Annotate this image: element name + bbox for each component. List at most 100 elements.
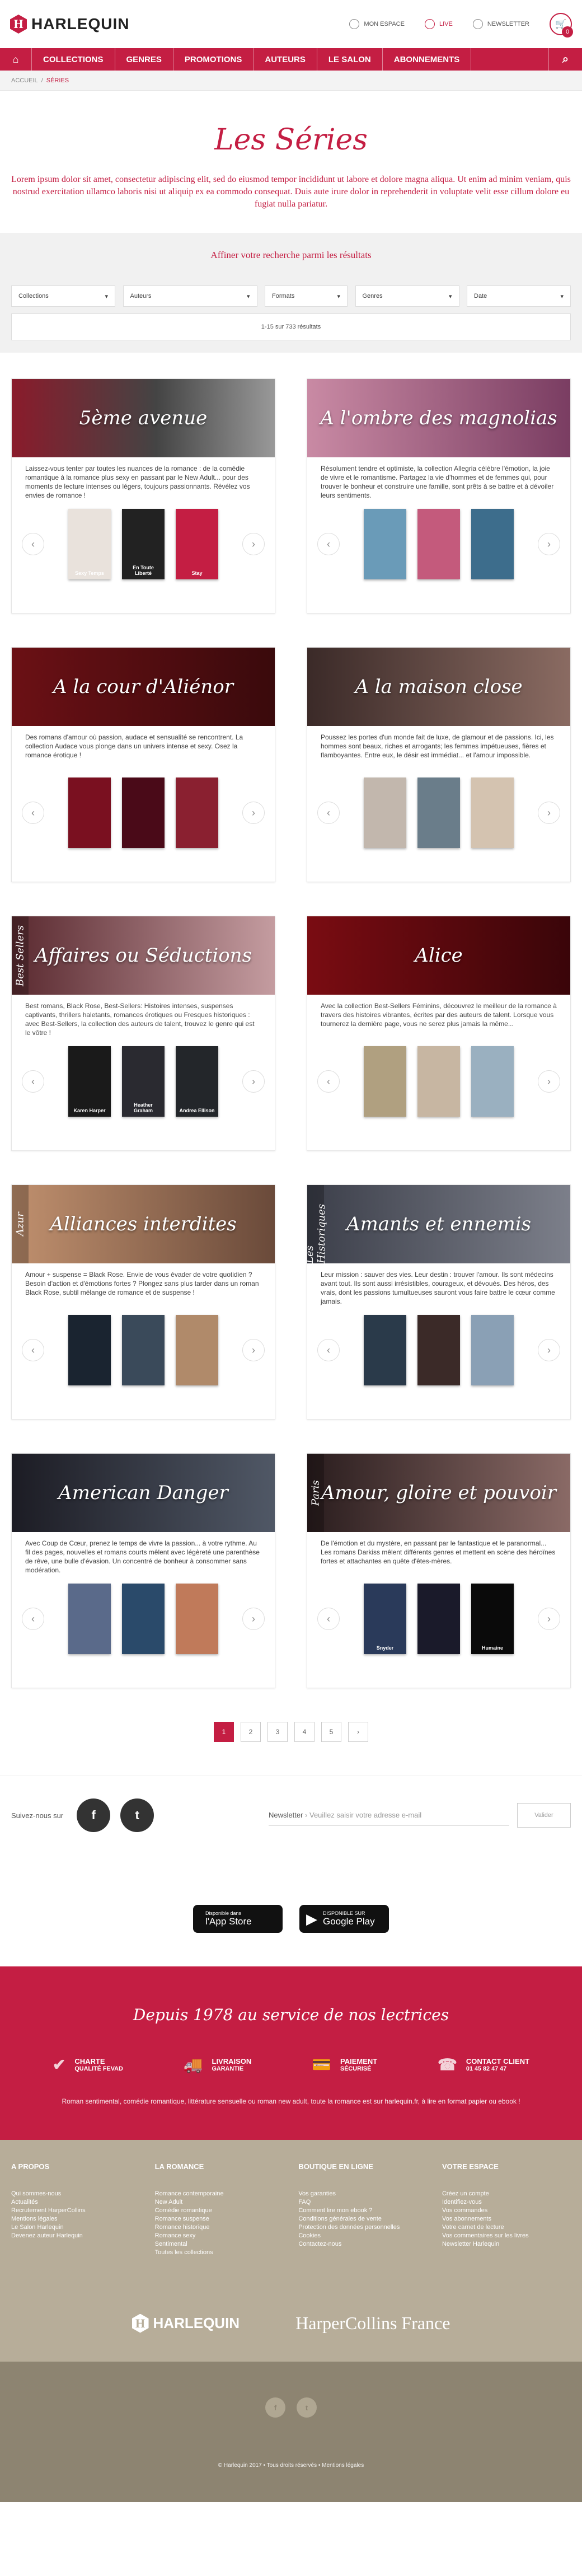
series-card[interactable]: American Danger Avec Coup de Cœur, prene… xyxy=(11,1453,275,1688)
footer-link[interactable]: Cookies xyxy=(298,2232,427,2240)
footer-link[interactable]: Protection des données personnelles xyxy=(298,2223,427,2232)
book-cover[interactable] xyxy=(176,1584,218,1654)
next-page-button[interactable]: › xyxy=(348,1722,368,1742)
book-cover[interactable]: Snyder xyxy=(364,1584,406,1654)
series-banner[interactable]: Paris Amour, gloire et pouvoir xyxy=(307,1454,570,1532)
series-banner[interactable]: A l'ombre des magnolias xyxy=(307,379,570,457)
chevron-right-icon[interactable]: › xyxy=(242,1608,265,1630)
book-cover[interactable] xyxy=(417,1315,460,1385)
search-icon[interactable]: ⌕ xyxy=(548,48,582,71)
footer-link[interactable]: Romance historique xyxy=(155,2223,284,2232)
app-store-badge[interactable]: Disponible dans l'App Store xyxy=(193,1905,283,1933)
book-cover[interactable] xyxy=(68,1315,111,1385)
series-card[interactable]: Les Historiques Amants et ennemis Leur mi… xyxy=(307,1184,571,1420)
newsletter-submit-button[interactable]: Valider xyxy=(517,1803,571,1828)
series-card[interactable]: Best Sellers Affaires ou Séductions Best … xyxy=(11,916,275,1151)
footer-link[interactable]: Actualités xyxy=(11,2198,140,2207)
book-cover[interactable] xyxy=(176,778,218,848)
book-cover[interactable] xyxy=(122,778,165,848)
footer-link[interactable]: Comédie romantique xyxy=(155,2207,284,2215)
chevron-left-icon[interactable]: ‹ xyxy=(22,802,44,824)
footer-link[interactable]: Le Salon Harlequin xyxy=(11,2223,140,2232)
footer-link[interactable]: Sentimental xyxy=(155,2240,284,2249)
site-logo[interactable]: H HARLEQUIN xyxy=(10,15,129,34)
google-play-badge[interactable]: ▶ DISPONIBLE SUR Google Play xyxy=(299,1905,389,1933)
book-cover[interactable] xyxy=(417,1584,460,1654)
footer-link[interactable]: Qui sommes-nous xyxy=(11,2190,140,2198)
footer-link[interactable]: Devenez auteur Harlequin xyxy=(11,2232,140,2240)
home-icon[interactable]: ⌂ xyxy=(0,54,31,65)
footer-link[interactable]: Créez un compte xyxy=(442,2190,571,2198)
page-button[interactable]: 5 xyxy=(321,1722,341,1742)
book-cover[interactable] xyxy=(471,509,514,579)
series-card[interactable]: 5ème avenue Laissez-vous tenter par tout… xyxy=(11,378,275,613)
footer-link[interactable]: Mentions légales xyxy=(11,2215,140,2223)
footer-link[interactable]: Newsletter Harlequin xyxy=(442,2240,571,2249)
book-cover[interactable] xyxy=(364,778,406,848)
series-banner[interactable]: 5ème avenue xyxy=(12,379,275,457)
chevron-right-icon[interactable]: › xyxy=(538,1339,560,1361)
book-cover[interactable]: Andrea Ellison xyxy=(176,1046,218,1117)
book-cover[interactable] xyxy=(417,1046,460,1117)
footer-link[interactable]: Recrutement HarperCollins xyxy=(11,2207,140,2215)
footer-link[interactable]: Comment lire mon ebook ? xyxy=(298,2207,427,2215)
book-cover[interactable]: Heather Graham xyxy=(122,1046,165,1117)
chevron-left-icon[interactable]: ‹ xyxy=(317,533,340,555)
page-button[interactable]: 3 xyxy=(267,1722,288,1742)
chevron-right-icon[interactable]: › xyxy=(538,1070,560,1093)
chevron-right-icon[interactable]: › xyxy=(242,1339,265,1361)
select-date[interactable]: Date ▾ xyxy=(467,285,571,307)
chevron-left-icon[interactable]: ‹ xyxy=(22,1608,44,1630)
facebook-icon[interactable]: f xyxy=(265,2397,285,2418)
footer-link[interactable]: Toutes les collections xyxy=(155,2249,284,2257)
book-cover[interactable] xyxy=(417,778,460,848)
footer-link[interactable]: Votre carnet de lecture xyxy=(442,2223,571,2232)
book-cover[interactable] xyxy=(364,509,406,579)
chevron-left-icon[interactable]: ‹ xyxy=(317,802,340,824)
newsletter-link[interactable]: Newsletter xyxy=(472,19,529,29)
series-banner[interactable]: American Danger xyxy=(12,1454,275,1532)
footer-link[interactable]: Conditions générales de vente xyxy=(298,2215,427,2223)
book-cover[interactable] xyxy=(68,778,111,848)
chevron-right-icon[interactable]: › xyxy=(538,533,560,555)
chevron-left-icon[interactable]: ‹ xyxy=(22,1339,44,1361)
book-cover[interactable] xyxy=(122,1315,165,1385)
footer-link[interactable]: Contactez-nous xyxy=(298,2240,427,2249)
book-cover[interactable] xyxy=(471,1315,514,1385)
chevron-left-icon[interactable]: ‹ xyxy=(317,1070,340,1093)
series-card[interactable]: Azur Alliances interdites Amour + suspens… xyxy=(11,1184,275,1420)
my-space-link[interactable]: Mon espace xyxy=(349,19,405,29)
series-banner[interactable]: Alice xyxy=(307,916,570,995)
chevron-left-icon[interactable]: ‹ xyxy=(22,1070,44,1093)
chevron-right-icon[interactable]: › xyxy=(242,533,265,555)
footer-link[interactable]: Romance sexy xyxy=(155,2232,284,2240)
nav-collections[interactable]: Collections xyxy=(31,48,115,71)
chevron-left-icon[interactable]: ‹ xyxy=(317,1608,340,1630)
chevron-right-icon[interactable]: › xyxy=(242,1070,265,1093)
book-cover[interactable] xyxy=(471,1046,514,1117)
book-cover[interactable] xyxy=(364,1315,406,1385)
footer-link[interactable]: Vos abonnements xyxy=(442,2215,571,2223)
footer-link[interactable]: New Adult xyxy=(155,2198,284,2207)
series-banner[interactable]: Azur Alliances interdites xyxy=(12,1185,275,1263)
footer-link[interactable]: Vos garanties xyxy=(298,2190,427,2198)
series-card[interactable]: A la maison close Poussez les portes d'u… xyxy=(307,647,571,882)
series-banner[interactable]: Best Sellers Affaires ou Séductions xyxy=(12,916,275,995)
nav-genres[interactable]: Genres xyxy=(114,48,173,71)
series-card[interactable]: A la cour d'Aliénor Des romans d'amour o… xyxy=(11,647,275,882)
select-genres[interactable]: Genres ▾ xyxy=(355,285,459,307)
footer-link[interactable]: Vos commentaires sur les livres xyxy=(442,2232,571,2240)
footer-link[interactable]: Vos commandes xyxy=(442,2207,571,2215)
series-banner[interactable]: Les Historiques Amants et ennemis xyxy=(307,1185,570,1263)
series-card[interactable]: Paris Amour, gloire et pouvoir De l'émoti… xyxy=(307,1453,571,1688)
book-cover[interactable] xyxy=(471,778,514,848)
live-link[interactable]: Live xyxy=(424,19,453,29)
select-authors[interactable]: Auteurs ▾ xyxy=(123,285,257,307)
twitter-icon[interactable]: t xyxy=(297,2397,317,2418)
nav-subscriptions[interactable]: Abonnements xyxy=(382,48,472,71)
nav-promotions[interactable]: Promotions xyxy=(172,48,254,71)
cart-button[interactable]: 🛒 0 xyxy=(550,13,573,38)
book-cover[interactable]: Sexy Temps xyxy=(68,509,111,579)
series-banner[interactable]: A la cour d'Aliénor xyxy=(12,648,275,726)
page-button[interactable]: 2 xyxy=(241,1722,261,1742)
